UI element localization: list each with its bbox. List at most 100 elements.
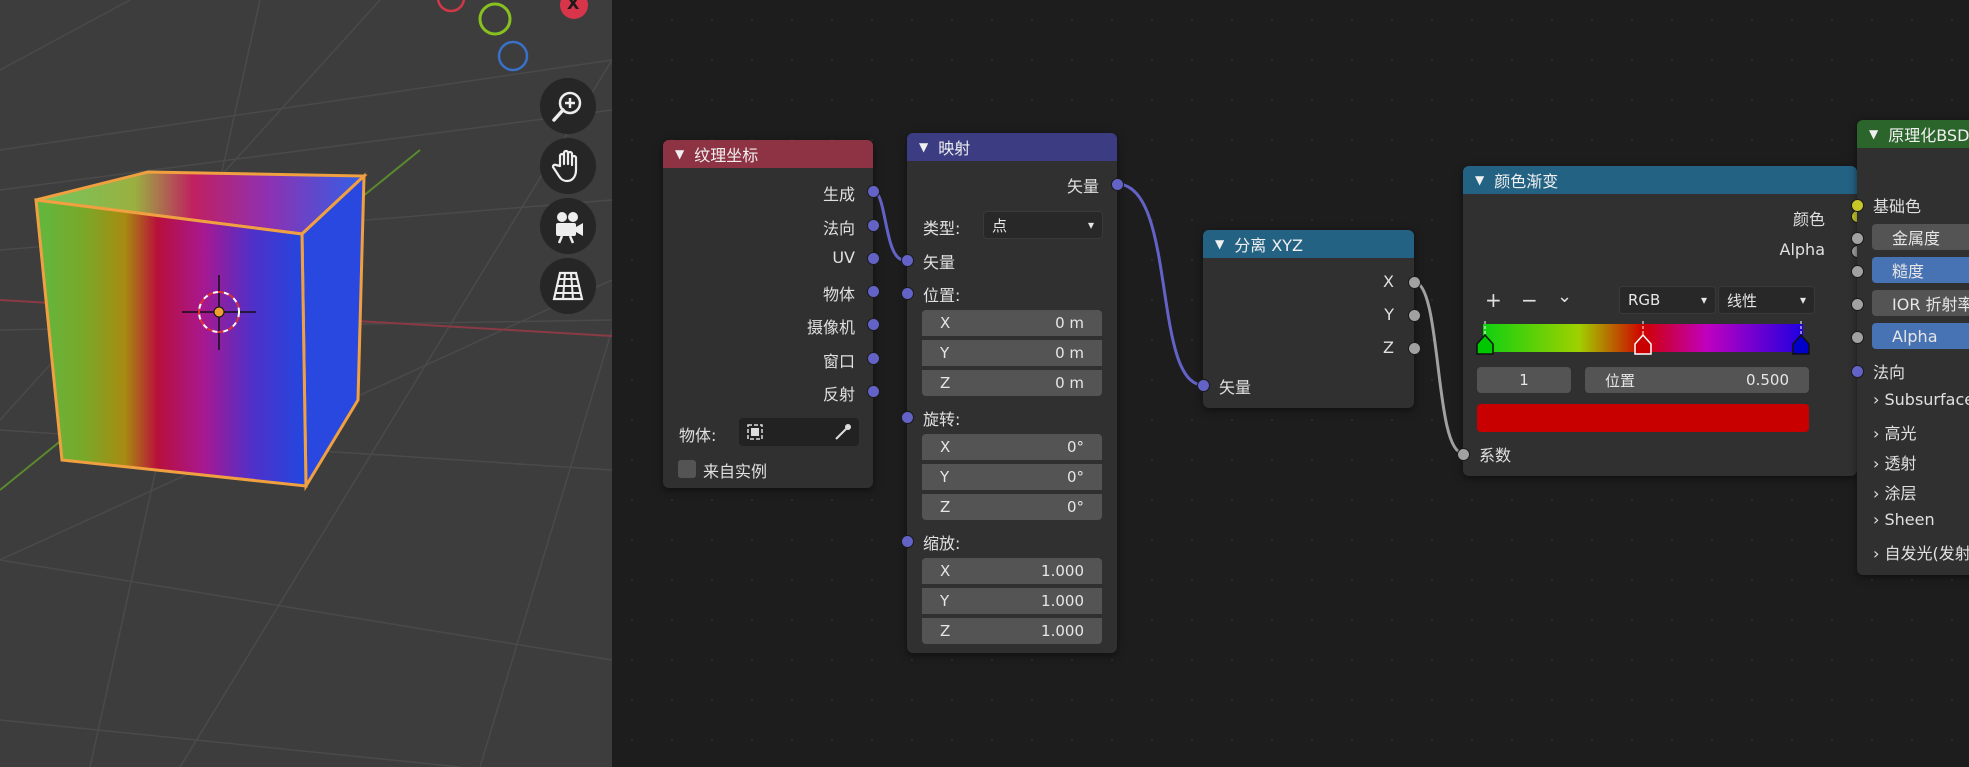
socket-scale[interactable]: [901, 535, 914, 548]
chevron-right-icon: ›: [1873, 390, 1880, 409]
output-z-label: Z: [1383, 338, 1394, 357]
node-header[interactable]: ▼ 颜色渐变: [1463, 166, 1857, 194]
node-header[interactable]: ▼ 分离 XYZ: [1203, 230, 1414, 258]
collapse-chevron-icon[interactable]: ▼: [1475, 173, 1484, 187]
alpha-field[interactable]: Alpha: [1872, 323, 1969, 349]
panel-subsurface[interactable]: › Subsurface: [1873, 390, 1969, 409]
socket-alpha[interactable]: [1851, 331, 1864, 344]
separate-xyz-node[interactable]: ▼ 分离 XYZ X Y Z 矢量: [1197, 230, 1421, 408]
chevron-down-icon: ▾: [1700, 293, 1707, 307]
panel-sheen[interactable]: › Sheen: [1873, 510, 1935, 529]
node-header[interactable]: ▼ 纹理坐标: [663, 140, 873, 168]
socket-x-out[interactable]: [1408, 276, 1421, 289]
from-instancer-checkbox[interactable]: [678, 460, 696, 478]
socket-window[interactable]: [867, 352, 880, 365]
socket-base-color[interactable]: [1851, 199, 1864, 212]
camera-view-button[interactable]: [540, 198, 596, 254]
socket-metallic[interactable]: [1851, 232, 1864, 245]
socket-roughness[interactable]: [1851, 265, 1864, 278]
viewport-scene: [0, 0, 612, 767]
gizmo-x-label[interactable]: X: [567, 0, 579, 13]
mapping-node[interactable]: ▼ 映射 矢量 类型: 点 ▾ 矢量 位置: X0 m Y0 m Z0 m 旋转…: [901, 133, 1124, 653]
zoom-button[interactable]: [540, 78, 596, 134]
color-ramp-node[interactable]: ▼ 颜色渐变 颜色 Alpha + − ⌄ RGB ▾ 线性 ▾ 1 位置 0.500: [1457, 166, 1864, 476]
metallic-field[interactable]: 金属度: [1872, 224, 1969, 250]
socket-vector-out[interactable]: [1111, 178, 1124, 191]
scale-y-field[interactable]: Y 1.000: [922, 588, 1102, 614]
socket-normal[interactable]: [1851, 365, 1864, 378]
vector-input-label: 矢量: [1219, 378, 1252, 397]
stop-color-swatch[interactable]: [1477, 404, 1809, 432]
socket-vector-in[interactable]: [901, 254, 914, 267]
socket-reflection[interactable]: [867, 385, 880, 398]
socket-uv[interactable]: [867, 252, 880, 265]
socket-y-out[interactable]: [1408, 309, 1421, 322]
collapse-chevron-icon[interactable]: ▼: [675, 147, 684, 161]
socket-z-out[interactable]: [1408, 342, 1421, 355]
perspective-toggle-button[interactable]: [540, 258, 596, 314]
output-alpha-label: Alpha: [1779, 240, 1826, 259]
location-x-field[interactable]: X0 m: [922, 310, 1102, 336]
ior-field[interactable]: IOR 折射率: [1872, 290, 1969, 316]
texture-coordinate-node[interactable]: ▼ 纹理坐标 生成 法向 UV 物体 摄像机 窗口 反射 物体: 来自实例: [663, 140, 880, 488]
socket-camera[interactable]: [867, 318, 880, 331]
output-uv: UV: [832, 248, 855, 267]
remove-stop-button[interactable]: −: [1521, 288, 1538, 312]
socket-factor-in[interactable]: [1457, 448, 1470, 461]
collapse-chevron-icon[interactable]: ▼: [919, 140, 928, 154]
location-y-field[interactable]: Y0 m: [922, 340, 1102, 366]
socket-object[interactable]: [867, 285, 880, 298]
location-z-field[interactable]: Z0 m: [922, 370, 1102, 396]
node-editor[interactable]: ▼ 纹理坐标 生成 法向 UV 物体 摄像机 窗口 反射 物体: 来自实例 ▼ …: [612, 0, 1969, 767]
socket-rotation[interactable]: [901, 411, 914, 424]
collapse-chevron-icon[interactable]: ▼: [1869, 127, 1878, 141]
pan-button[interactable]: [540, 138, 596, 194]
object-picker-field[interactable]: [739, 418, 859, 446]
node-title: 分离 XYZ: [1234, 236, 1304, 255]
output-object: 物体: [822, 285, 855, 304]
socket-vector-in[interactable]: [1197, 379, 1210, 392]
eyedropper-icon[interactable]: [833, 422, 853, 442]
type-dropdown[interactable]: 点 ▾: [983, 211, 1103, 239]
object-label: 物体:: [679, 426, 717, 445]
ramp-menu-button[interactable]: ⌄: [1557, 286, 1572, 307]
rotation-x-field[interactable]: X 0°: [922, 434, 1102, 460]
stop-position-field[interactable]: 位置 0.500: [1585, 367, 1809, 393]
output-normal: 法向: [822, 219, 855, 238]
panel-specular[interactable]: › 高光: [1873, 420, 1917, 444]
ramp-stops: [1476, 321, 1810, 355]
base-color-label: 基础色: [1873, 197, 1922, 216]
add-stop-button[interactable]: +: [1485, 288, 1502, 312]
rotation-y-field[interactable]: Y 0°: [922, 464, 1102, 490]
socket-location[interactable]: [901, 287, 914, 300]
rotation-z-field[interactable]: Z 0°: [922, 494, 1102, 520]
node-header[interactable]: ▼ 原理化BSDF: [1857, 120, 1969, 148]
socket-ior[interactable]: [1851, 298, 1864, 311]
output-reflection: 反射: [822, 385, 855, 404]
object-box-icon: [747, 424, 763, 440]
socket-normal[interactable]: [867, 219, 880, 232]
panel-coat[interactable]: › 涂层: [1873, 480, 1917, 504]
output-vector-label: 矢量: [1066, 177, 1099, 196]
stop-handle-2: [1634, 333, 1652, 355]
stop-index-field[interactable]: 1: [1477, 367, 1571, 393]
panel-emission[interactable]: › 自发光(发射): [1873, 540, 1969, 564]
interpolation-dropdown[interactable]: 线性 ▾: [1718, 286, 1815, 314]
socket-generated[interactable]: [867, 185, 880, 198]
type-label: 类型:: [923, 219, 961, 238]
roughness-field[interactable]: 糙度: [1872, 257, 1969, 283]
vector-input-label: 矢量: [923, 253, 956, 272]
zoom-icon: [552, 91, 582, 122]
node-title: 颜色渐变: [1494, 172, 1559, 191]
panel-transmission[interactable]: › 透射: [1873, 450, 1917, 474]
scale-x-field[interactable]: X 1.000: [922, 558, 1102, 584]
color-mode-dropdown[interactable]: RGB ▾: [1619, 286, 1716, 314]
stop-handle-1: [1476, 333, 1494, 355]
node-header[interactable]: ▼ 映射: [907, 133, 1117, 161]
from-instancer-label: 来自实例: [703, 462, 768, 481]
output-color-label: 颜色: [1792, 210, 1825, 229]
principled-bsdf-node[interactable]: ▼ 原理化BSDF 基础色 金属度 糙度 IOR 折射率 Alpha 法向 › …: [1851, 120, 1969, 575]
3d-viewport[interactable]: X: [0, 0, 612, 767]
scale-z-field[interactable]: Z 1.000: [922, 618, 1102, 644]
collapse-chevron-icon[interactable]: ▼: [1215, 237, 1224, 251]
